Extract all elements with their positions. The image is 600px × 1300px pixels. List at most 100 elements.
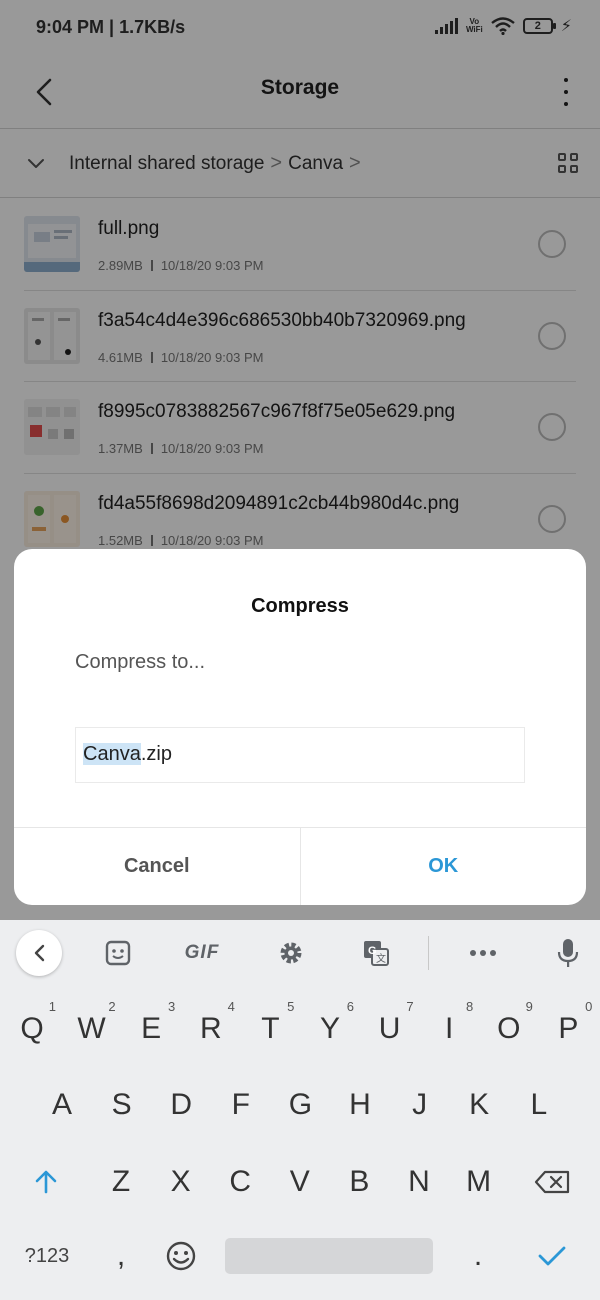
key-label: O xyxy=(497,1012,521,1045)
key-label: C xyxy=(229,1165,252,1198)
key-b[interactable]: B xyxy=(331,1150,387,1214)
key-number-hint: 7 xyxy=(406,999,414,1014)
translate-button[interactable]: G 文 xyxy=(360,938,392,968)
key-label: X xyxy=(170,1165,191,1198)
key-a[interactable]: A xyxy=(34,1073,90,1137)
key-r[interactable]: R4 xyxy=(183,997,239,1061)
key-g[interactable]: G xyxy=(272,1073,328,1137)
cancel-button[interactable]: Cancel xyxy=(14,828,301,905)
key-label: R xyxy=(199,1012,222,1045)
key-u[interactable]: U7 xyxy=(362,997,418,1061)
key-o[interactable]: O9 xyxy=(481,997,537,1061)
extension-text: .zip xyxy=(140,743,172,765)
key-number-hint: 4 xyxy=(227,999,235,1014)
key-number-hint: 3 xyxy=(167,999,176,1014)
key-number-hint: 6 xyxy=(346,999,354,1014)
key-l[interactable]: L xyxy=(511,1073,567,1137)
ok-button[interactable]: OK xyxy=(301,828,587,905)
key-number-hint: 1 xyxy=(48,999,56,1014)
key-f[interactable]: F xyxy=(213,1073,269,1137)
key-z[interactable]: Z xyxy=(93,1150,149,1214)
key-label: L xyxy=(530,1088,548,1121)
key-number-hint: 8 xyxy=(465,999,474,1014)
key-label: I xyxy=(445,1012,454,1045)
key-c[interactable]: C xyxy=(212,1150,268,1214)
emoji-key[interactable] xyxy=(153,1224,209,1288)
key-number-hint: 0 xyxy=(585,999,593,1014)
key-label: F xyxy=(231,1088,250,1121)
compress-dialog: Compress Compress to... Canva.zip Cancel… xyxy=(14,549,586,905)
key-p[interactable]: P0 xyxy=(540,997,596,1061)
selected-text: Canva xyxy=(83,743,141,765)
key-label: H xyxy=(349,1088,371,1121)
key-y[interactable]: Y6 xyxy=(302,997,358,1061)
keyboard-collapse-icon xyxy=(34,944,45,962)
dialog-message: Compress to... xyxy=(75,651,206,673)
sticker-button[interactable] xyxy=(102,938,134,968)
key-w[interactable]: W2 xyxy=(64,997,120,1061)
comma-key[interactable]: , xyxy=(93,1224,149,1288)
emoji-icon xyxy=(166,1241,196,1271)
archive-name-input[interactable]: Canva.zip xyxy=(75,727,525,783)
key-label: Z xyxy=(111,1165,131,1198)
key-number-hint: 9 xyxy=(525,999,533,1014)
key-number-hint: 5 xyxy=(287,999,295,1014)
shift-icon xyxy=(35,1170,57,1194)
key-label: E xyxy=(141,1012,162,1045)
translate-icon: G 文 xyxy=(364,941,389,966)
key-label: U xyxy=(378,1012,401,1045)
keyboard-collapse-button[interactable] xyxy=(16,930,62,976)
backspace-key[interactable] xyxy=(524,1150,580,1214)
backspace-icon xyxy=(534,1170,570,1194)
key-e[interactable]: E3 xyxy=(123,997,179,1061)
key-label: J xyxy=(412,1088,428,1121)
mic-icon xyxy=(557,939,579,967)
key-label: D xyxy=(170,1088,193,1121)
key-label: A xyxy=(51,1088,72,1121)
key-label: B xyxy=(349,1165,370,1198)
settings-button[interactable] xyxy=(275,938,307,968)
svg-text:文: 文 xyxy=(376,952,386,965)
key-h[interactable]: H xyxy=(332,1073,388,1137)
key-label: G xyxy=(288,1088,313,1121)
key-v[interactable]: V xyxy=(272,1150,328,1214)
key-label: N xyxy=(408,1165,430,1198)
key-label: Q xyxy=(20,1012,44,1045)
key-label: K xyxy=(469,1088,490,1121)
keyboard-toolbar: GIF G 文 xyxy=(0,920,600,986)
space-key[interactable] xyxy=(225,1238,433,1274)
key-number-hint: 2 xyxy=(108,999,116,1014)
key-label: T xyxy=(261,1012,280,1045)
period-key[interactable]: . xyxy=(450,1224,506,1288)
archive-name-text[interactable]: Canva.zip xyxy=(83,743,172,766)
shift-key[interactable] xyxy=(18,1150,74,1214)
settings-icon xyxy=(280,942,302,964)
key-label: Y xyxy=(319,1012,340,1045)
key-label: P xyxy=(558,1012,579,1045)
key-x[interactable]: X xyxy=(153,1150,209,1214)
voice-input-button[interactable] xyxy=(553,938,583,968)
key-m[interactable]: M xyxy=(451,1150,507,1214)
soft-keyboard: GIF G 文 Q1W2 E 3 R 4 T 5 Y 6 U 7 I 8 O 9… xyxy=(0,920,600,1300)
symbols-key[interactable]: ?123 xyxy=(18,1224,76,1288)
gif-button[interactable]: GIF xyxy=(182,938,222,968)
done-key[interactable] xyxy=(524,1224,580,1288)
dialog-title: Compress xyxy=(251,595,349,617)
key-k[interactable]: K xyxy=(451,1073,507,1137)
key-j[interactable]: J xyxy=(392,1073,448,1137)
more-dots-icon[interactable] xyxy=(468,938,498,968)
key-label: M xyxy=(466,1165,492,1198)
checkmark-icon xyxy=(538,1246,566,1266)
key-s[interactable]: S xyxy=(94,1073,150,1137)
sticker-icon xyxy=(105,940,131,966)
key-label: V xyxy=(289,1165,310,1198)
dialog-actions: Cancel OK xyxy=(14,827,586,905)
key-i[interactable]: I8 xyxy=(421,997,477,1061)
key-t[interactable]: T5 xyxy=(242,997,298,1061)
key-label: W xyxy=(77,1012,106,1045)
key-d[interactable]: D xyxy=(153,1073,209,1137)
key-label: S xyxy=(111,1088,132,1121)
key-n[interactable]: N xyxy=(391,1150,447,1214)
key-q[interactable]: Q1 xyxy=(4,997,60,1061)
toolbar-separator xyxy=(428,936,429,970)
